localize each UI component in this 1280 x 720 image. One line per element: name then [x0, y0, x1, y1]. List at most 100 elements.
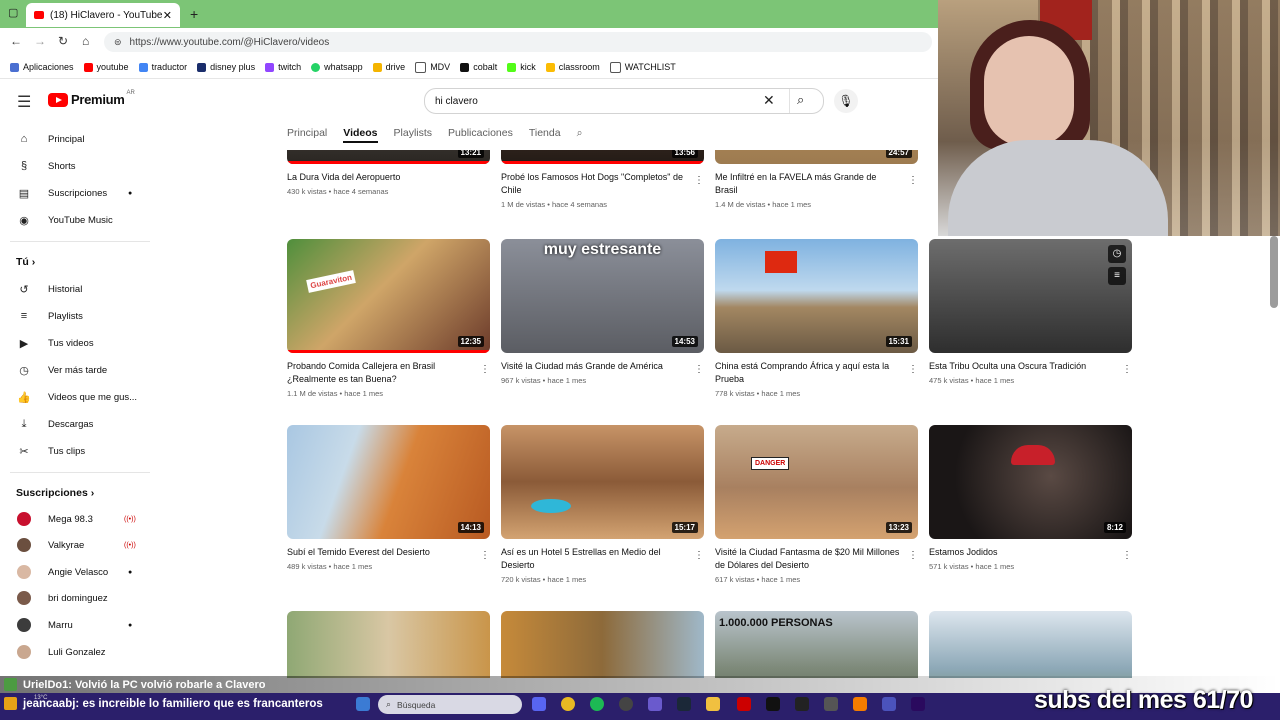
sidebar-item-descargas[interactable]: ⤓ Descargas — [0, 412, 160, 436]
steam-icon[interactable] — [677, 697, 691, 711]
search-input[interactable]: hi clavero ✕ ⌕ — [424, 88, 824, 114]
watch-later-icon[interactable]: ◷ — [1108, 245, 1126, 263]
new-tab-icon[interactable]: + — [190, 6, 198, 22]
video-title[interactable]: La Dura Vida del Aeropuerto — [287, 171, 472, 184]
sidebar-item-playlists[interactable]: ≡ Playlists — [0, 304, 160, 328]
sidebar-item-youtube-music[interactable]: ◉ YouTube Music — [0, 208, 160, 232]
more-options-icon[interactable]: ⋮ — [908, 175, 918, 186]
more-options-icon[interactable]: ⋮ — [694, 175, 704, 186]
sidebar-item-shorts[interactable]: § Shorts — [0, 154, 160, 178]
sidebar-sub-item[interactable]: Marru ● — [0, 613, 160, 637]
more-options-icon[interactable]: ⋮ — [694, 364, 704, 375]
bookmark-youtube[interactable]: youtube — [83, 62, 129, 72]
fl-studio-icon[interactable] — [853, 697, 867, 711]
capcut-icon[interactable] — [766, 697, 780, 711]
sidebar-item-ver-mas-tarde[interactable]: ◷ Ver más tarde — [0, 358, 160, 382]
video-card[interactable]: Guaraviton 12:35 Probando Comida Calleje… — [287, 239, 490, 398]
bookmark-mdv[interactable]: MDV — [415, 61, 450, 73]
sidebar-sub-item[interactable]: bri dominguez — [0, 586, 160, 610]
sidebar-sub-item[interactable]: Angie Velasco ● — [0, 560, 160, 584]
sidebar-item-suscripciones[interactable]: ▤ Suscripciones ● — [0, 181, 160, 205]
add-to-queue-icon[interactable]: ≡ — [1108, 267, 1126, 285]
premiere-icon[interactable] — [911, 697, 925, 711]
sidebar-item-liked[interactable]: 👍 Videos que me gus... — [0, 385, 160, 409]
teams-icon[interactable] — [882, 697, 896, 711]
bookmark-classroom[interactable]: classroom — [545, 62, 600, 72]
more-options-icon[interactable]: ⋮ — [1122, 550, 1132, 561]
video-card[interactable]: 13:56 Probé los Famosos Hot Dogs "Comple… — [501, 150, 704, 209]
bookmark-cobalt[interactable]: cobalt — [460, 62, 497, 72]
video-title[interactable]: Visité la Ciudad Fantasma de $20 Mil Mil… — [715, 546, 900, 572]
forward-icon[interactable]: → — [34, 34, 46, 48]
tab-playlists[interactable]: Playlists — [394, 127, 433, 143]
video-thumbnail[interactable]: ◷ ≡ — [929, 239, 1132, 353]
discord-icon[interactable] — [532, 697, 546, 711]
tab-menu-icon[interactable]: ▢ — [8, 6, 18, 19]
tab-publicaciones[interactable]: Publicaciones — [448, 127, 513, 143]
sidebar-item-tus-clips[interactable]: ✂ Tus clips — [0, 439, 160, 463]
page-scrollbar[interactable] — [1270, 236, 1278, 308]
video-title[interactable]: Subí el Temido Everest del Desierto — [287, 546, 472, 559]
video-card[interactable]: 1.000.000 PERSONAS — [715, 611, 918, 678]
more-options-icon[interactable]: ⋮ — [480, 550, 490, 561]
video-thumbnail[interactable]: 13:21 — [287, 150, 490, 164]
bookmark-drive[interactable]: drive — [372, 62, 405, 72]
browser-tab[interactable]: (18) HiClavero - YouTube ✕ — [26, 3, 180, 27]
video-card[interactable]: 15:31 China está Comprando África y aquí… — [715, 239, 918, 398]
tab-tienda[interactable]: Tienda — [529, 127, 561, 143]
sidebar-sub-item[interactable]: Valkyrae ((•)) — [0, 533, 160, 557]
menu-icon[interactable]: ☰ — [17, 92, 31, 112]
channel-search-icon[interactable]: ⌕ — [577, 127, 583, 143]
bookmark-translator[interactable]: traductor — [138, 62, 187, 72]
more-options-icon[interactable]: ⋮ — [480, 364, 490, 375]
video-card[interactable] — [501, 611, 704, 678]
more-options-icon[interactable]: ⋮ — [908, 550, 918, 561]
obs-icon[interactable] — [619, 697, 633, 711]
taskbar-search[interactable]: ⌕ Búsqueda — [378, 695, 522, 714]
back-icon[interactable]: ← — [10, 34, 22, 48]
video-card[interactable]: 24:57 Me Infiltré en la FAVELA más Grand… — [715, 150, 918, 209]
video-card[interactable]: 14:13 Subí el Temido Everest del Desiert… — [287, 425, 490, 571]
sidebar-sub-item[interactable]: Mega 98.3 ((•)) — [0, 507, 160, 531]
bookmark-kick[interactable]: kick — [507, 62, 536, 72]
video-title[interactable]: Visité la Ciudad más Grande de América — [501, 360, 686, 373]
sidebar-item-tus-videos[interactable]: ▶ Tus videos — [0, 331, 160, 355]
home-icon[interactable]: ⌂ — [82, 34, 89, 48]
video-thumbnail[interactable] — [929, 611, 1132, 678]
sidebar-item-principal[interactable]: ⌂ Principal — [0, 127, 160, 151]
video-card[interactable]: DANGER 13:23 Visité la Ciudad Fantasma d… — [715, 425, 918, 584]
search-icon[interactable]: ⌕ — [797, 92, 804, 108]
bookmark-watchlist[interactable]: WATCHLIST — [609, 61, 676, 73]
video-thumbnail[interactable] — [287, 611, 490, 678]
mic-icon[interactable]: 🎙 — [834, 89, 858, 113]
app-icon[interactable] — [648, 697, 662, 711]
sidebar-sub-item[interactable]: Luli Gonzalez — [0, 640, 160, 664]
chrome-icon[interactable] — [561, 697, 575, 711]
video-thumbnail[interactable] — [501, 611, 704, 678]
video-thumbnail[interactable]: 8:12 — [929, 425, 1132, 539]
video-thumbnail[interactable]: 15:17 — [501, 425, 704, 539]
you-section-header[interactable]: Tú › — [16, 256, 35, 268]
windows-start-icon[interactable] — [356, 697, 370, 711]
tab-principal[interactable]: Principal — [287, 127, 327, 143]
video-card[interactable]: ◷ ≡ Esta Tribu Oculta una Oscura Tradici… — [929, 239, 1132, 385]
more-options-icon[interactable]: ⋮ — [908, 364, 918, 375]
video-thumbnail[interactable]: 15:31 — [715, 239, 918, 353]
video-thumbnail[interactable]: 1.000.000 PERSONAS — [715, 611, 918, 678]
more-options-icon[interactable]: ⋮ — [1122, 364, 1132, 375]
reload-icon[interactable]: ↻ — [58, 34, 68, 48]
clear-search-icon[interactable]: ✕ — [763, 92, 775, 109]
sidebar-item-historial[interactable]: ↺ Historial — [0, 277, 160, 301]
video-card[interactable] — [929, 611, 1132, 678]
video-thumbnail[interactable]: 14:13 — [287, 425, 490, 539]
video-title[interactable]: Me Infiltré en la FAVELA más Grande de B… — [715, 171, 900, 197]
notion-icon[interactable] — [795, 697, 809, 711]
youtube-logo[interactable]: Premium AR — [48, 90, 135, 107]
video-card[interactable]: 8:12 Estamos Jodidos 571 k vistas • hace… — [929, 425, 1132, 571]
video-title[interactable]: Probando Comida Callejera en Brasil ¿Rea… — [287, 360, 472, 386]
video-title[interactable]: Esta Tribu Oculta una Oscura Tradición — [929, 360, 1114, 373]
app-icon[interactable] — [737, 697, 751, 711]
video-title[interactable]: China está Comprando África y aquí esta … — [715, 360, 900, 386]
more-options-icon[interactable]: ⋮ — [694, 550, 704, 561]
bookmark-twitch[interactable]: twitch — [265, 62, 301, 72]
